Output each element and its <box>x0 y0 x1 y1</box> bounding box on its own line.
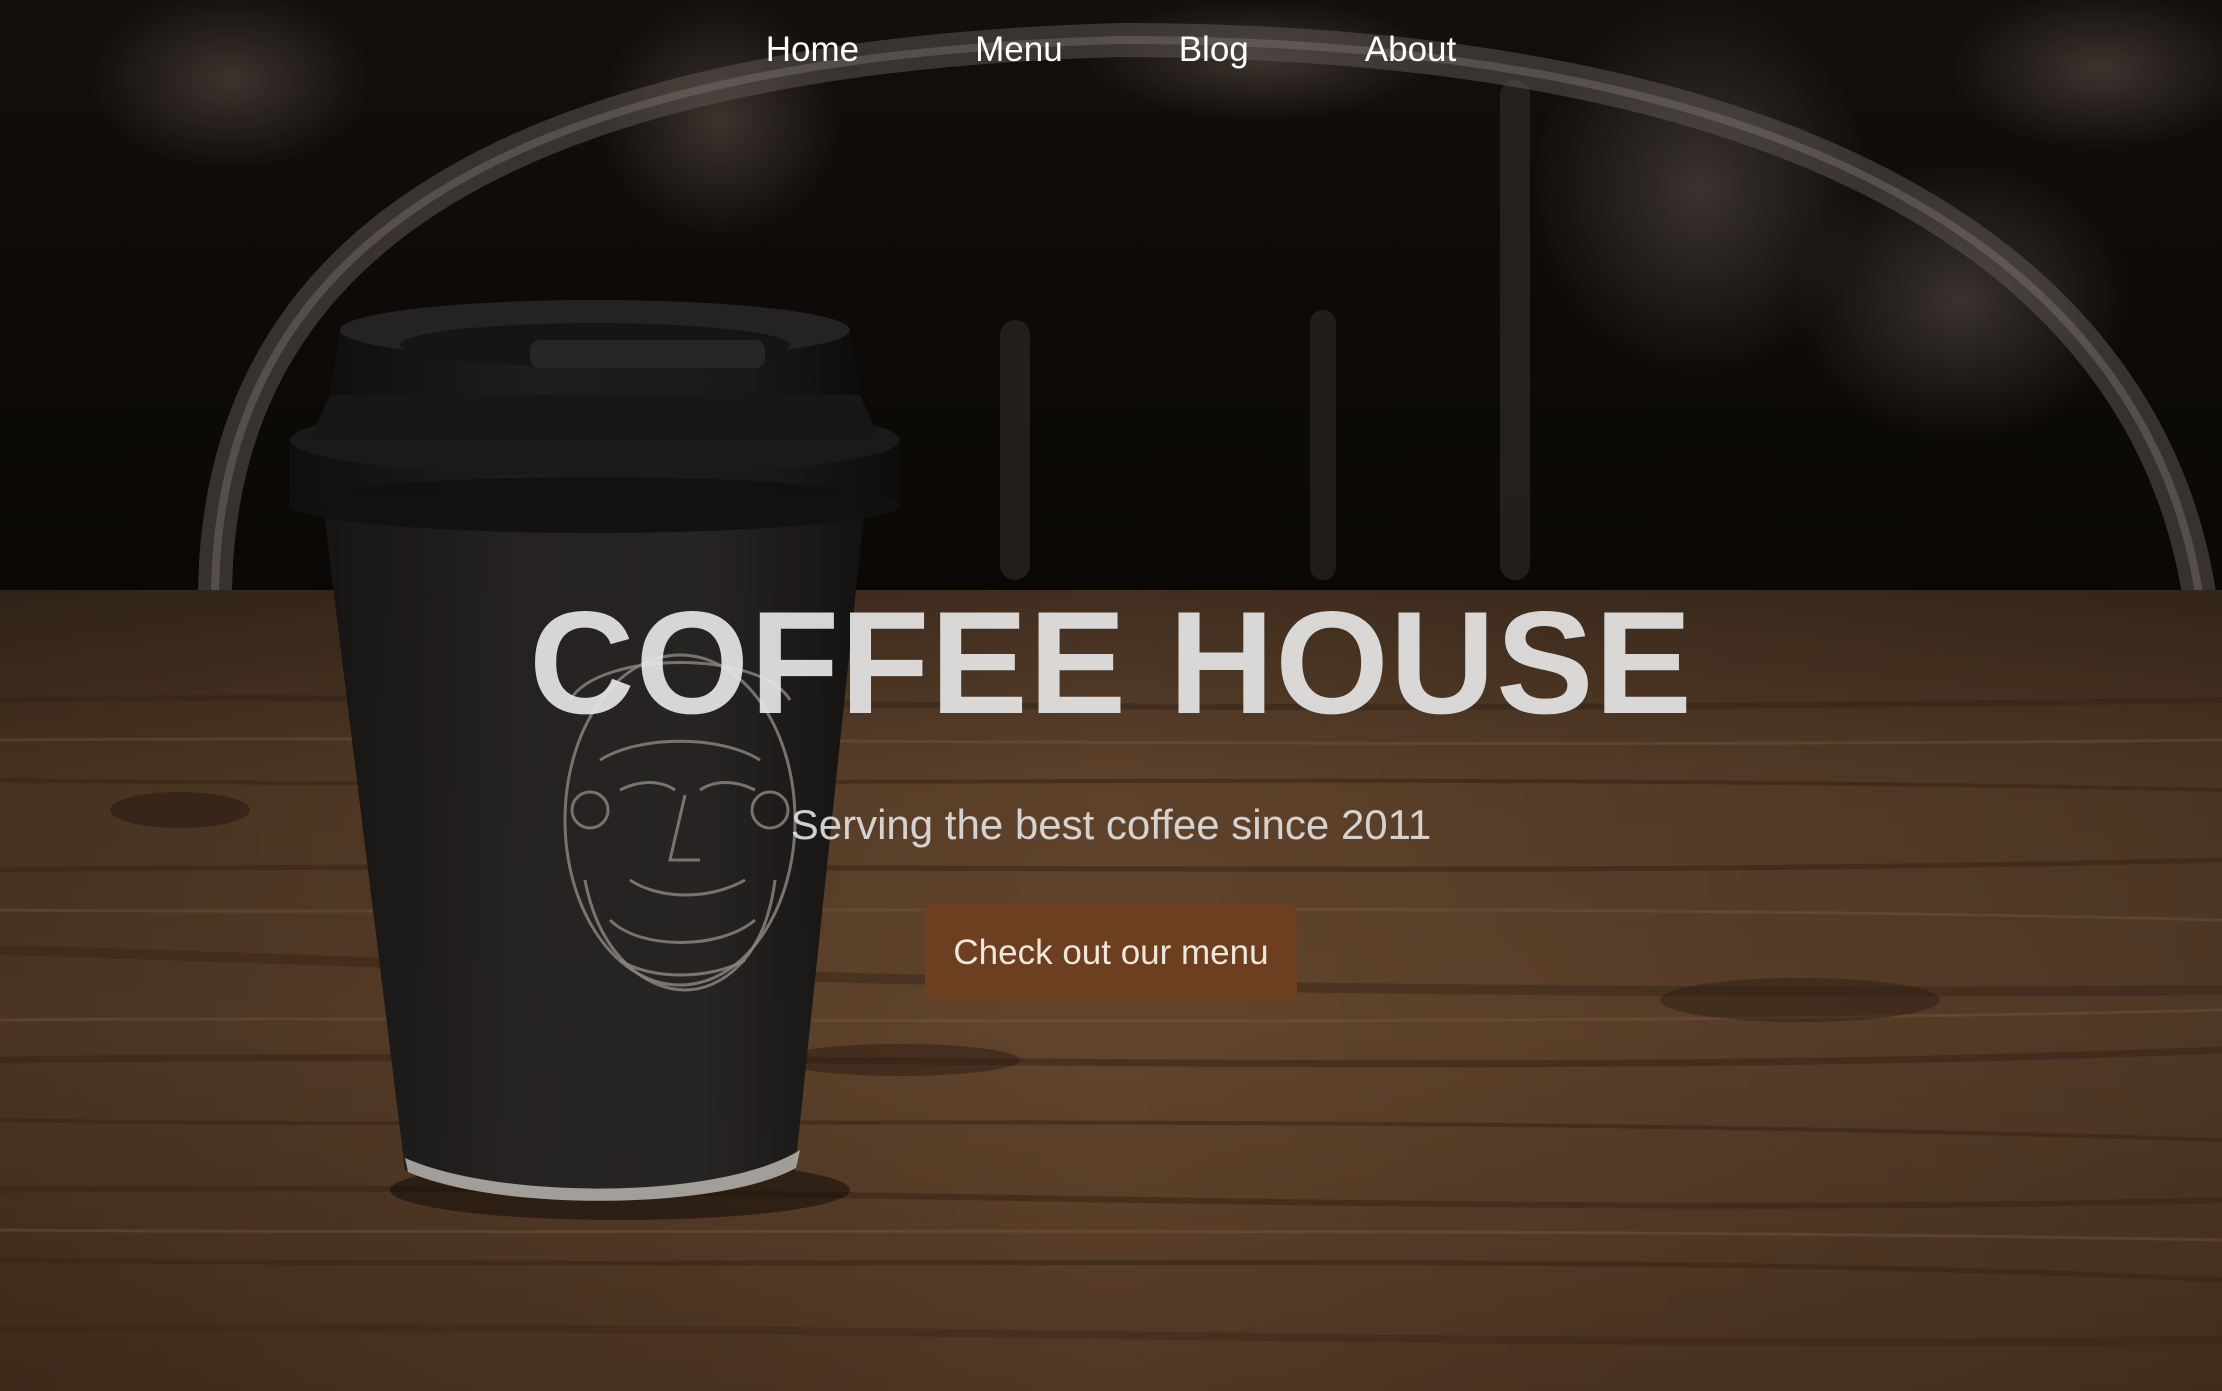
hero-content: COFFEE HOUSE Serving the best coffee sin… <box>0 590 2222 1001</box>
top-navigation: Home Menu Blog About <box>0 0 2222 100</box>
hero-section: Home Menu Blog About COFFEE HOUSE Servin… <box>0 0 2222 1391</box>
hero-subtitle: Serving the best coffee since 2011 <box>790 801 1432 848</box>
hero-title: COFFEE HOUSE <box>529 581 1693 744</box>
check-menu-button[interactable]: Check out our menu <box>925 904 1297 1001</box>
nav-link-menu[interactable]: Menu <box>975 30 1063 70</box>
nav-link-home[interactable]: Home <box>766 30 859 70</box>
nav-link-blog[interactable]: Blog <box>1179 30 1249 70</box>
nav-link-about[interactable]: About <box>1365 30 1456 70</box>
